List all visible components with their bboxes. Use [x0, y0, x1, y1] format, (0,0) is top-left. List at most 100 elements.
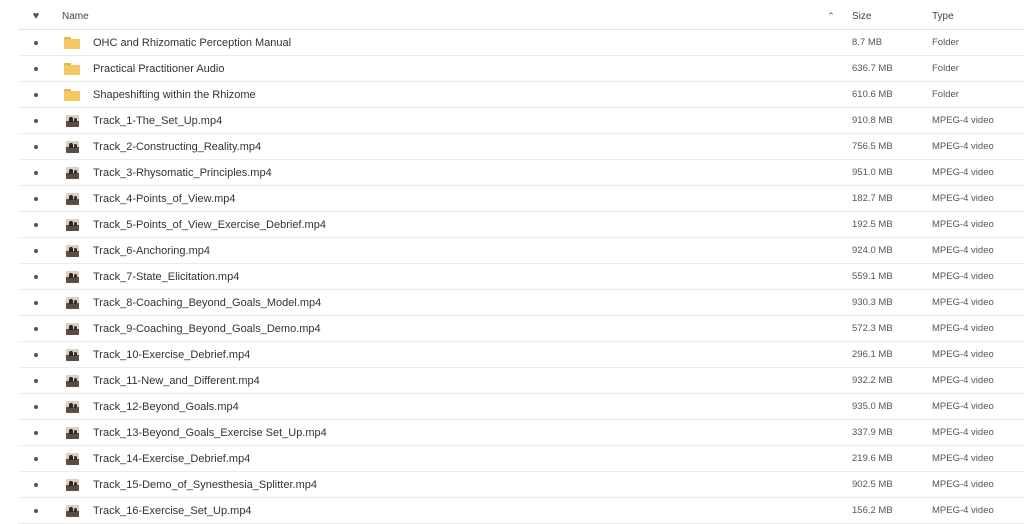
file-row[interactable]: Track_12-Beyond_Goals.mp4 935.0 MB MPEG-4 … [18, 394, 1024, 420]
bullet-icon [34, 404, 38, 409]
favorite-toggle[interactable] [18, 342, 54, 367]
file-size: 910.8 MB [852, 115, 893, 126]
file-name[interactable]: Track_5-Points_of_View_Exercise_Debrief.… [93, 212, 326, 237]
favorite-toggle[interactable] [18, 498, 54, 523]
file-row[interactable]: Track_3-Rhysomatic_Principles.mp4 951.0 M… [18, 160, 1024, 186]
file-row[interactable]: Track_16-Exercise_Set_Up.mp4 156.2 MB MPEG… [18, 498, 1024, 524]
file-row[interactable]: Track_1-The_Set_Up.mp4 910.8 MB MPEG-4 vid… [18, 108, 1024, 134]
bullet-icon [34, 222, 38, 227]
bullet-icon [34, 40, 38, 45]
video-thumbnail-icon [62, 108, 82, 133]
bullet-icon [34, 92, 38, 97]
file-row[interactable]: Track_13-Beyond_Goals_Exercise Set_Up.mp… [18, 420, 1024, 446]
favorite-column-header[interactable]: ♥ [18, 4, 54, 29]
file-name[interactable]: Track_15-Demo_of_Synesthesia_Splitter.mp… [93, 472, 317, 497]
file-name[interactable]: OHC and Rhizomatic Perception Manual [93, 30, 291, 55]
file-name[interactable]: Shapeshifting within the Rhizome [93, 82, 256, 107]
file-type: MPEG-4 video [932, 323, 994, 334]
file-name[interactable]: Track_14-Exercise_Debrief.mp4 [93, 446, 250, 471]
file-row[interactable]: Track_11-New_and_Different.mp4 932.2 MB MP… [18, 368, 1024, 394]
file-row[interactable]: Track_9-Coaching_Beyond_Goals_Demo.mp4 57… [18, 316, 1024, 342]
bullet-icon [34, 170, 38, 175]
file-rows: OHC and Rhizomatic Perception Manual 8.7 … [18, 30, 1024, 524]
file-size: 932.2 MB [852, 375, 893, 386]
size-column-header[interactable]: Size [852, 4, 871, 29]
bullet-icon [34, 144, 38, 149]
file-size: 902.5 MB [852, 479, 893, 490]
file-size: 930.3 MB [852, 297, 893, 308]
file-list: ♥ Name ⌃ Size Type OHC and Rhizomatic Pe… [18, 4, 1024, 524]
file-name[interactable]: Track_2-Constructing_Reality.mp4 [93, 134, 261, 159]
favorite-toggle[interactable] [18, 30, 54, 55]
favorite-toggle[interactable] [18, 108, 54, 133]
file-size: 559.1 MB [852, 271, 893, 282]
file-name[interactable]: Track_1-The_Set_Up.mp4 [93, 108, 222, 133]
file-name[interactable]: Track_13-Beyond_Goals_Exercise Set_Up.mp… [93, 420, 327, 445]
file-size: 156.2 MB [852, 505, 893, 516]
favorite-toggle[interactable] [18, 316, 54, 341]
file-name[interactable]: Track_9-Coaching_Beyond_Goals_Demo.mp4 [93, 316, 321, 341]
video-thumbnail-icon [62, 160, 82, 185]
favorite-toggle[interactable] [18, 56, 54, 81]
file-name[interactable]: Practical Practitioner Audio [93, 56, 224, 81]
file-list-header: ♥ Name ⌃ Size Type [18, 4, 1024, 30]
file-row[interactable]: Shapeshifting within the Rhizome 610.6 MB… [18, 82, 1024, 108]
video-thumbnail-icon [62, 186, 82, 211]
file-name[interactable]: Track_7-State_Elicitation.mp4 [93, 264, 239, 289]
file-name[interactable]: Track_3-Rhysomatic_Principles.mp4 [93, 160, 272, 185]
favorite-toggle[interactable] [18, 264, 54, 289]
favorite-toggle[interactable] [18, 160, 54, 185]
heart-icon: ♥ [32, 10, 40, 22]
bullet-icon [34, 378, 38, 383]
file-size: 951.0 MB [852, 167, 893, 178]
file-row[interactable]: Track_4-Points_of_View.mp4 182.7 MB MPEG-4… [18, 186, 1024, 212]
bullet-icon [34, 300, 38, 305]
favorite-toggle[interactable] [18, 212, 54, 237]
file-name[interactable]: Track_10-Exercise_Debrief.mp4 [93, 342, 250, 367]
favorite-toggle[interactable] [18, 394, 54, 419]
sort-ascending-button[interactable]: ⌃ [824, 4, 838, 29]
favorite-toggle[interactable] [18, 290, 54, 315]
bullet-icon [34, 274, 38, 279]
bullet-icon [34, 118, 38, 123]
file-name[interactable]: Track_11-New_and_Different.mp4 [93, 368, 260, 393]
file-size: 610.6 MB [852, 89, 893, 100]
file-row[interactable]: Track_15-Demo_of_Synesthesia_Splitter.mp… [18, 472, 1024, 498]
favorite-toggle[interactable] [18, 446, 54, 471]
type-column-header[interactable]: Type [932, 4, 954, 29]
file-name[interactable]: Track_8-Coaching_Beyond_Goals_Model.mp4 [93, 290, 321, 315]
file-name[interactable]: Track_12-Beyond_Goals.mp4 [93, 394, 239, 419]
name-column-header[interactable]: Name [62, 4, 89, 29]
file-row[interactable]: Track_5-Points_of_View_Exercise_Debrief.… [18, 212, 1024, 238]
bullet-icon [34, 482, 38, 487]
favorite-toggle[interactable] [18, 368, 54, 393]
file-size: 8.7 MB [852, 37, 883, 48]
file-name[interactable]: Track_6-Anchoring.mp4 [93, 238, 210, 263]
file-row[interactable]: Track_2-Constructing_Reality.mp4 756.5 MB… [18, 134, 1024, 160]
file-row[interactable]: Track_8-Coaching_Beyond_Goals_Model.mp4 9… [18, 290, 1024, 316]
file-name[interactable]: Track_4-Points_of_View.mp4 [93, 186, 235, 211]
file-type: MPEG-4 video [932, 115, 994, 126]
favorite-toggle[interactable] [18, 82, 54, 107]
favorite-toggle[interactable] [18, 472, 54, 497]
favorite-toggle[interactable] [18, 420, 54, 445]
file-type: MPEG-4 video [932, 193, 994, 204]
bullet-icon [34, 196, 38, 201]
file-row[interactable]: OHC and Rhizomatic Perception Manual 8.7 … [18, 30, 1024, 56]
folder-icon [62, 30, 82, 55]
favorite-toggle[interactable] [18, 238, 54, 263]
file-name[interactable]: Track_16-Exercise_Set_Up.mp4 [93, 498, 252, 523]
favorite-toggle[interactable] [18, 134, 54, 159]
file-size: 756.5 MB [852, 141, 893, 152]
file-type: MPEG-4 video [932, 427, 994, 438]
file-size: 182.7 MB [852, 193, 893, 204]
file-type: MPEG-4 video [932, 245, 994, 256]
file-row[interactable]: Practical Practitioner Audio 636.7 MB Fold… [18, 56, 1024, 82]
file-row[interactable]: Track_14-Exercise_Debrief.mp4 219.6 MB MPE… [18, 446, 1024, 472]
favorite-toggle[interactable] [18, 186, 54, 211]
file-row[interactable]: Track_7-State_Elicitation.mp4 559.1 MB MPE… [18, 264, 1024, 290]
file-type: MPEG-4 video [932, 167, 994, 178]
file-row[interactable]: Track_10-Exercise_Debrief.mp4 296.1 MB MPE… [18, 342, 1024, 368]
file-size: 935.0 MB [852, 401, 893, 412]
file-row[interactable]: Track_6-Anchoring.mp4 924.0 MB MPEG-4 vide… [18, 238, 1024, 264]
